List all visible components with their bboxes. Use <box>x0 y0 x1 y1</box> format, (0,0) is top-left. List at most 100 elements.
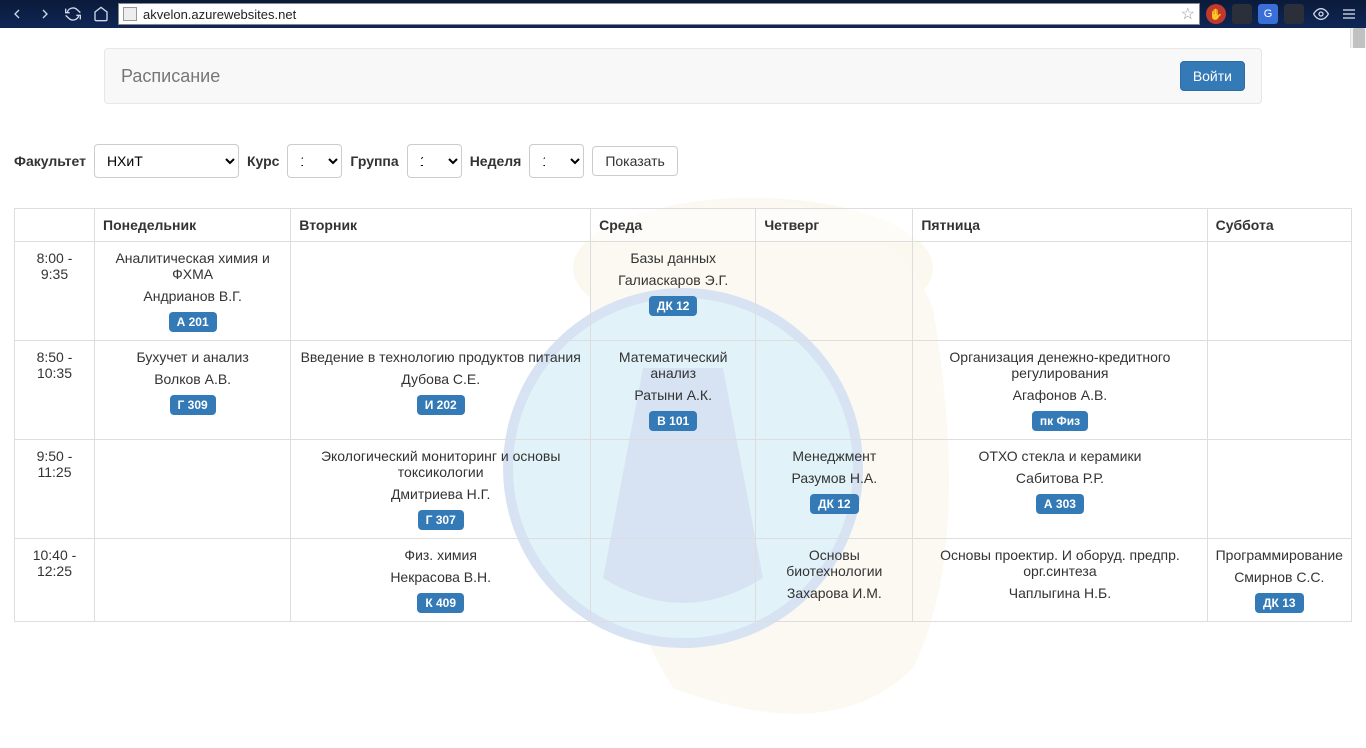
course-label: Курс <box>247 153 279 169</box>
course-select[interactable]: 1 <box>287 144 342 178</box>
subject-text: Введение в технологию продуктов питания <box>299 349 582 365</box>
schedule-cell: Аналитическая химия и ФХМА Андрианов В.Г.… <box>95 242 291 341</box>
table-row: 8:00 - 9:35Аналитическая химия и ФХМА Анд… <box>15 242 1352 341</box>
faculty-select[interactable]: НХиТ <box>94 144 239 178</box>
schedule-cell: ОТХО стекла и керамики Сабитова Р.Р. А 303 <box>913 440 1207 539</box>
extension-adblock-icon[interactable]: ✋ <box>1206 4 1226 24</box>
day-header: Четверг <box>756 209 913 242</box>
table-row: 10:40 - 12:25 Физ. химия Некрасова В.Н. К 4… <box>15 539 1352 622</box>
room-badge: Г 309 <box>170 395 216 415</box>
room-badge: Г 307 <box>418 510 464 530</box>
bookmark-icon[interactable]: ☆ <box>1181 4 1195 24</box>
brand-title: Расписание <box>121 66 220 87</box>
extension-icon[interactable] <box>1232 4 1252 24</box>
teacher-text: Андрианов В.Г. <box>103 288 282 304</box>
week-select[interactable]: 1 <box>529 144 584 178</box>
room-badge: ДК 12 <box>810 494 859 514</box>
week-label: Неделя <box>470 153 522 169</box>
schedule-cell: Менеджмент Разумов Н.А. ДК 12 <box>756 440 913 539</box>
schedule-cell: Организация денежно-кредитного регулиров… <box>913 341 1207 440</box>
subject-text: Программирование <box>1216 547 1343 563</box>
room-badge: К 409 <box>417 593 464 613</box>
day-header: Вторник <box>291 209 591 242</box>
schedule-cell <box>95 440 291 539</box>
browser-menu-icon[interactable] <box>1338 3 1360 25</box>
subject-text: Математический анализ <box>599 349 747 381</box>
subject-text: Основы биотехнологии <box>764 547 904 579</box>
home-button[interactable] <box>90 3 112 25</box>
schedule-cell: Базы данныхГалиаскаров Э.Г.ДК 12 <box>591 242 756 341</box>
teacher-text: Галиаскаров Э.Г. <box>599 272 747 288</box>
schedule-cell: Экологический мониторинг и основы токсик… <box>291 440 591 539</box>
url-text: akvelon.azurewebsites.net <box>143 7 296 22</box>
teacher-text: Сабитова Р.Р. <box>921 470 1198 486</box>
room-badge: А 303 <box>1036 494 1084 514</box>
schedule-cell <box>756 341 913 440</box>
reload-button[interactable] <box>62 3 84 25</box>
extension-icon-2[interactable] <box>1284 4 1304 24</box>
browser-chrome: akvelon.azurewebsites.net ☆ ✋ G <box>0 0 1366 28</box>
day-header: Суббота <box>1207 209 1351 242</box>
teacher-text: Разумов Н.А. <box>764 470 904 486</box>
filters-row: Факультет НХиТ Курс 1 Группа 1 Неделя 1 … <box>14 104 1352 208</box>
schedule-cell <box>1207 341 1351 440</box>
subject-text: Менеджмент <box>764 448 904 464</box>
teacher-text: Дубова С.Е. <box>299 371 582 387</box>
schedule-cell <box>913 242 1207 341</box>
day-header: Среда <box>591 209 756 242</box>
schedule-cell: Основы проектир. И оборуд. предпр. орг.с… <box>913 539 1207 622</box>
day-header: Понедельник <box>95 209 291 242</box>
schedule-cell: Физ. химия Некрасова В.Н. К 409 <box>291 539 591 622</box>
time-header <box>15 209 95 242</box>
day-header: Пятница <box>913 209 1207 242</box>
teacher-text: Некрасова В.Н. <box>299 569 582 585</box>
subject-text: Аналитическая химия и ФХМА <box>103 250 282 282</box>
forward-button[interactable] <box>34 3 56 25</box>
teacher-text: Чаплыгина Н.Б. <box>921 585 1198 601</box>
teacher-text: Смирнов С.С. <box>1216 569 1343 585</box>
login-button[interactable]: Войти <box>1180 61 1245 91</box>
room-badge: пк Физ <box>1032 411 1088 431</box>
subject-text: Бухучет и анализ <box>103 349 282 365</box>
subject-text: Организация денежно-кредитного регулиров… <box>921 349 1198 381</box>
schedule-cell <box>291 242 591 341</box>
teacher-text: Агафонов А.В. <box>921 387 1198 403</box>
schedule-cell <box>591 440 756 539</box>
group-select[interactable]: 1 <box>407 144 462 178</box>
time-cell: 8:50 - 10:35 <box>15 341 95 440</box>
schedule-cell <box>1207 440 1351 539</box>
subject-text: Физ. химия <box>299 547 582 563</box>
extension-eye-icon[interactable] <box>1310 3 1332 25</box>
subject-text: ОТХО стекла и керамики <box>921 448 1198 464</box>
table-row: 9:50 - 11:25 Экологический мониторинг и о… <box>15 440 1352 539</box>
room-badge: А 201 <box>169 312 217 332</box>
schedule-cell: Математический анализ Ратыни А.К. В 101 <box>591 341 756 440</box>
schedule-table: Понедельник Вторник Среда Четверг Пятниц… <box>14 208 1352 622</box>
schedule-cell <box>756 242 913 341</box>
schedule-cell: Программирование Смирнов С.С. ДК 13 <box>1207 539 1351 622</box>
schedule-cell: Введение в технологию продуктов питания Д… <box>291 341 591 440</box>
subject-text: Экологический мониторинг и основы токсик… <box>299 448 582 480</box>
back-button[interactable] <box>6 3 28 25</box>
faculty-label: Факультет <box>14 153 86 169</box>
teacher-text: Ратыни А.К. <box>599 387 747 403</box>
teacher-text: Дмитриева Н.Г. <box>299 486 582 502</box>
navbar: Расписание Войти <box>104 48 1262 104</box>
subject-text: Базы данных <box>599 250 747 266</box>
time-cell: 10:40 - 12:25 <box>15 539 95 622</box>
schedule-cell <box>1207 242 1351 341</box>
room-badge: ДК 13 <box>1255 593 1304 613</box>
table-header-row: Понедельник Вторник Среда Четверг Пятниц… <box>15 209 1352 242</box>
teacher-text: Волков А.В. <box>103 371 282 387</box>
time-cell: 9:50 - 11:25 <box>15 440 95 539</box>
schedule-cell: Основы биотехнологииЗахарова И.М. <box>756 539 913 622</box>
extension-translate-icon[interactable]: G <box>1258 4 1278 24</box>
schedule-cell <box>95 539 291 622</box>
group-label: Группа <box>350 153 398 169</box>
room-badge: В 101 <box>649 411 697 431</box>
time-cell: 8:00 - 9:35 <box>15 242 95 341</box>
schedule-cell <box>591 539 756 622</box>
room-badge: И 202 <box>417 395 465 415</box>
address-bar[interactable]: akvelon.azurewebsites.net ☆ <box>118 3 1200 25</box>
show-button[interactable]: Показать <box>592 146 678 176</box>
